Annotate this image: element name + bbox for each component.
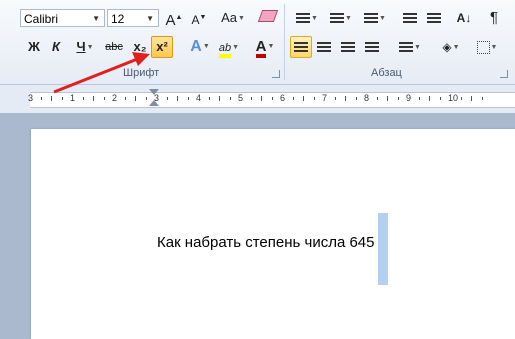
annotation-arrow-icon bbox=[53, 52, 150, 94]
